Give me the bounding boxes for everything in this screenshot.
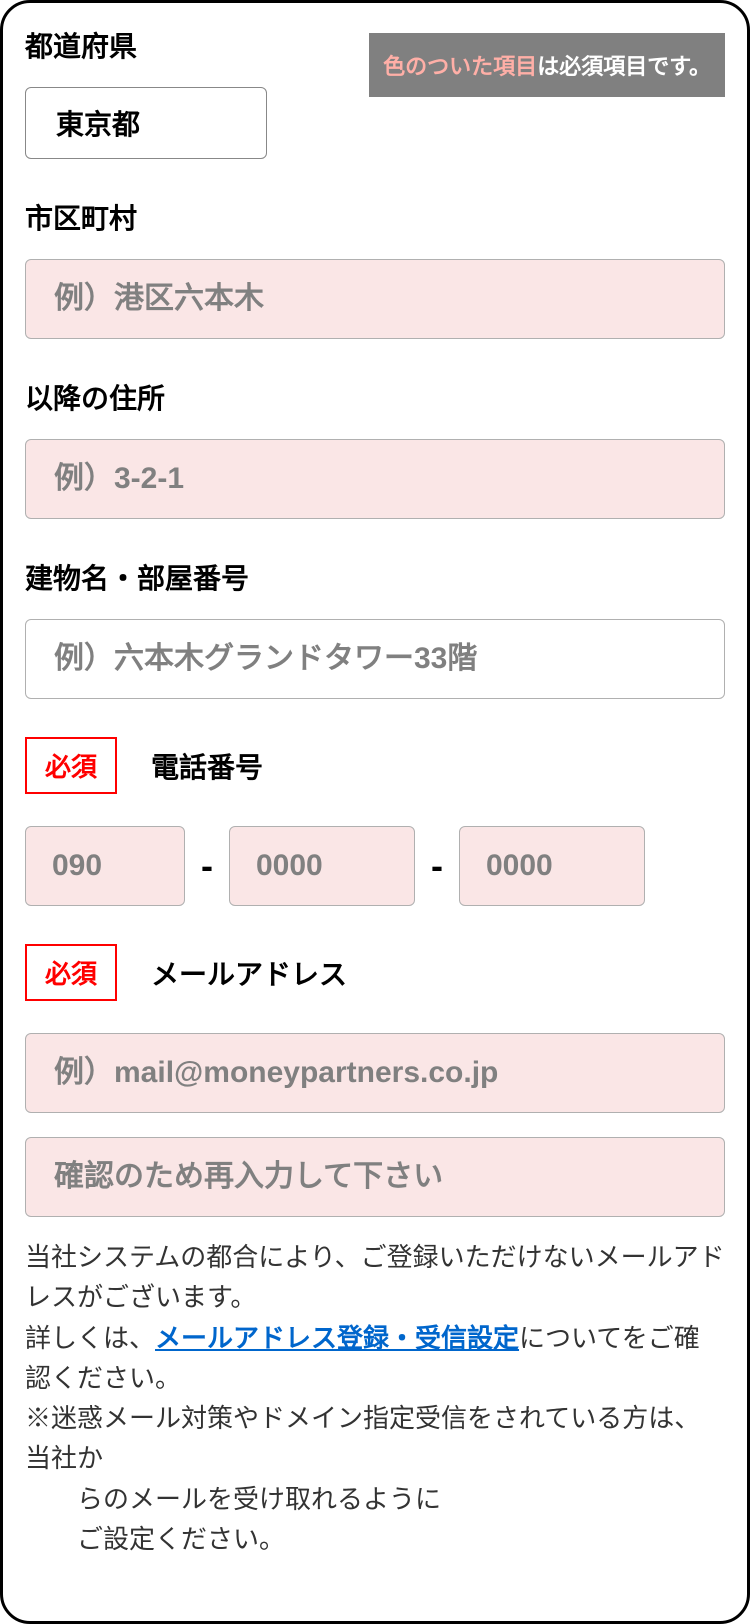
required-badge: 必須	[25, 944, 117, 1001]
field-building: 建物名・部屋番号	[25, 557, 725, 699]
label-phone: 電話番号	[151, 746, 263, 786]
email-confirm-input[interactable]	[25, 1137, 725, 1217]
note-line1: 当社システムの都合により、ご登録いただけないメールアドレスがございます。	[25, 1237, 725, 1318]
email-inputs	[25, 1033, 725, 1217]
phone-part3-input[interactable]	[459, 826, 645, 906]
notice-rest: は必須項目です。	[537, 54, 711, 79]
required-badge: 必須	[25, 737, 117, 794]
address2-input[interactable]	[25, 439, 725, 519]
label-building: 建物名・部屋番号	[25, 557, 725, 597]
field-address2: 以降の住所	[25, 377, 725, 519]
phone-part1-input[interactable]	[25, 826, 185, 906]
note-line3: ※迷惑メール対策やドメイン指定受信をされている方は、当社か	[25, 1398, 725, 1479]
building-input[interactable]	[25, 619, 725, 699]
prefecture-value: 東京都	[56, 103, 140, 143]
city-input[interactable]	[25, 259, 725, 339]
email-notes: 当社システムの都合により、ご登録いただけないメールアドレスがございます。 詳しく…	[25, 1237, 725, 1559]
phone-input-row: - -	[25, 826, 725, 906]
phone-dash: -	[201, 845, 213, 887]
email-input[interactable]	[25, 1033, 725, 1113]
prefecture-select[interactable]: 東京都	[25, 87, 267, 159]
form-container: 色のついた項目は必須項目です。 都道府県 東京都 市区町村 以降の住所 建物名・…	[0, 0, 750, 1624]
phone-label-row: 必須 電話番号	[25, 737, 725, 794]
field-email: 必須 メールアドレス	[25, 944, 725, 1217]
phone-dash: -	[431, 845, 443, 887]
note-line2: 詳しくは、メールアドレス登録・受信設定についてをご確認ください。	[25, 1318, 725, 1399]
note-line3c: ご設定ください。	[25, 1519, 725, 1559]
label-email: メールアドレス	[151, 953, 347, 993]
notice-highlight: 色のついた項目	[383, 54, 537, 79]
label-address2: 以降の住所	[25, 377, 725, 417]
email-settings-link[interactable]: メールアドレス登録・受信設定	[155, 1323, 519, 1353]
field-city: 市区町村	[25, 197, 725, 339]
phone-part2-input[interactable]	[229, 826, 415, 906]
label-city: 市区町村	[25, 197, 725, 237]
required-notice: 色のついた項目は必須項目です。	[369, 33, 725, 97]
email-label-row: 必須 メールアドレス	[25, 944, 725, 1001]
note-line3b: らのメールを受け取れるように	[25, 1479, 725, 1519]
field-phone: 必須 電話番号 - -	[25, 737, 725, 906]
